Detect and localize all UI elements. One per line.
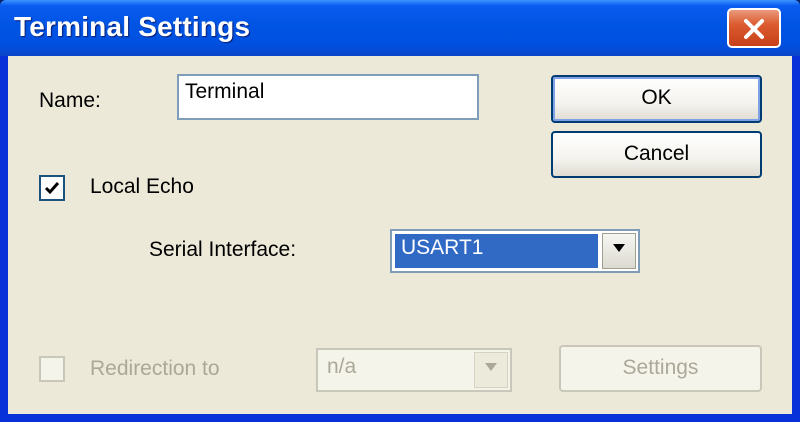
name-input[interactable]: Terminal	[177, 74, 479, 120]
redirection-select[interactable]: n/a	[316, 348, 512, 392]
local-echo-checkbox[interactable]	[39, 175, 65, 201]
serial-interface-select[interactable]: USART1	[390, 229, 640, 273]
dialog-body: Name: Terminal OK Cancel Local Echo Seri…	[8, 56, 792, 414]
ok-button[interactable]: OK	[551, 75, 762, 123]
serial-interface-dropdown-button[interactable]	[602, 233, 636, 269]
cancel-button[interactable]: Cancel	[551, 131, 762, 178]
settings-button[interactable]: Settings	[559, 345, 762, 392]
close-icon	[744, 19, 764, 39]
chevron-down-icon	[613, 244, 625, 252]
dialog-title: Terminal Settings	[14, 11, 251, 42]
chevron-down-icon	[485, 363, 497, 371]
title-bar[interactable]: Terminal Settings	[0, 0, 800, 56]
redirection-value: n/a	[327, 355, 357, 378]
window-frame-bottom	[0, 414, 800, 422]
terminal-settings-dialog: Terminal Settings Name: Terminal OK Canc…	[0, 0, 800, 422]
close-button[interactable]	[727, 8, 781, 48]
redirection-dropdown-button[interactable]	[474, 352, 508, 388]
serial-interface-label: Serial Interface:	[149, 238, 297, 261]
redirection-label: Redirection to	[90, 357, 220, 380]
serial-interface-value: USART1	[395, 234, 598, 268]
name-label: Name:	[39, 89, 101, 112]
checkmark-icon	[44, 182, 60, 195]
local-echo-label[interactable]: Local Echo	[90, 175, 194, 199]
redirection-checkbox[interactable]	[39, 356, 65, 382]
